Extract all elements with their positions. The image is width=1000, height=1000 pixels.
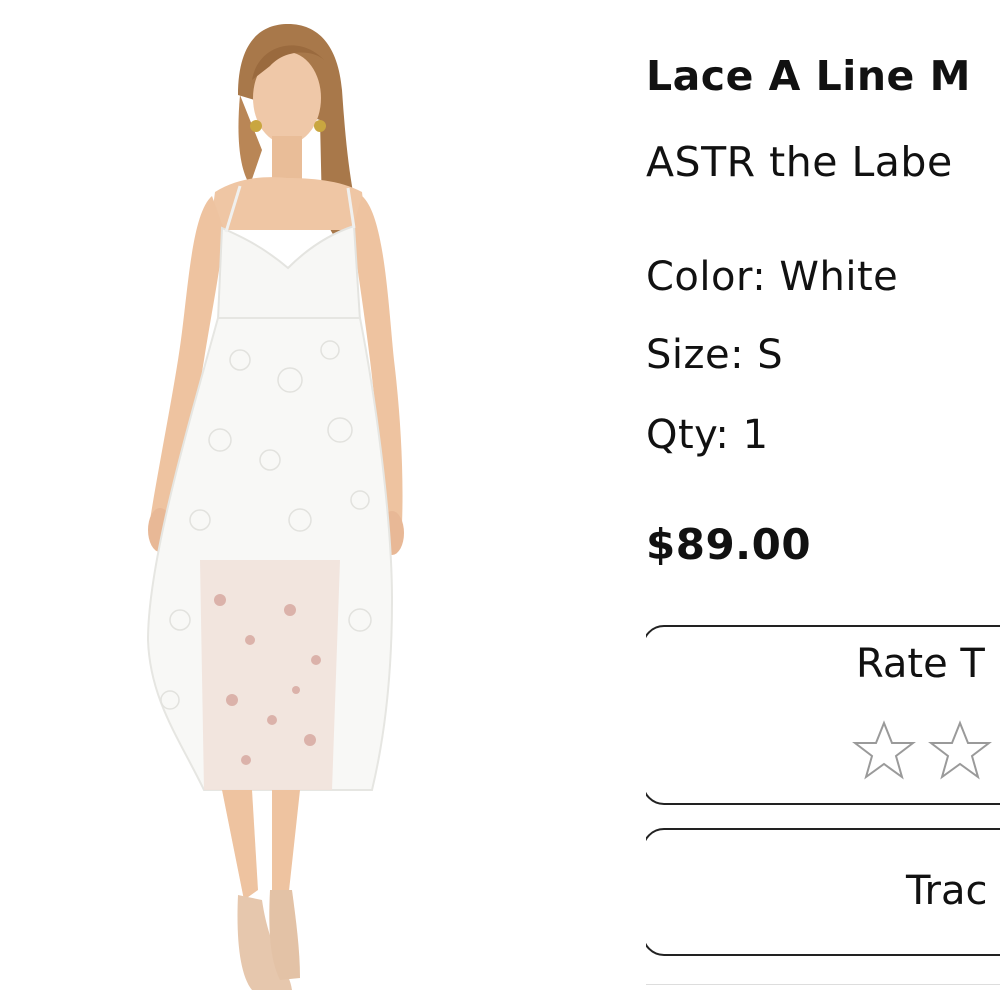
rate-card: Rate T bbox=[646, 625, 1000, 805]
track-button-label: Trac bbox=[906, 868, 988, 914]
star-outline-icon[interactable] bbox=[852, 719, 916, 783]
brand-name[interactable]: ASTR the Labe bbox=[646, 138, 953, 186]
size-label: Size: S bbox=[646, 332, 784, 378]
product-image[interactable] bbox=[0, 0, 560, 1000]
color-label: Color: White bbox=[646, 254, 899, 300]
product-details-panel: Lace A Line M ASTR the Labe Color: White… bbox=[646, 0, 1000, 1000]
product-name[interactable]: Lace A Line M bbox=[646, 52, 971, 100]
divider bbox=[646, 984, 1000, 985]
rate-title: Rate T bbox=[856, 641, 985, 687]
star-outline-icon[interactable] bbox=[928, 719, 992, 783]
qty-label: Qty: 1 bbox=[646, 412, 769, 458]
price-label: $89.00 bbox=[646, 520, 812, 569]
track-button[interactable]: Trac bbox=[646, 828, 1000, 956]
